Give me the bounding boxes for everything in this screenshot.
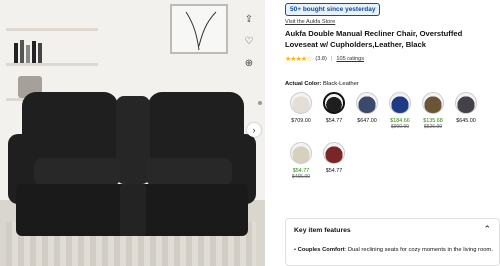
- color-swatch-option[interactable]: $135.68 $526.00: [417, 92, 449, 130]
- wall-art-frame: [170, 4, 228, 54]
- store-link[interactable]: Visit the Aukfa Store: [285, 19, 335, 25]
- swatch-price: $647.00: [357, 118, 377, 124]
- bought-badge: 50+ bought since yesterday: [285, 3, 381, 16]
- carousel-dot[interactable]: [258, 101, 262, 105]
- key-features-panel: Key item features ⌃ • Couples Comfort: D…: [285, 218, 500, 266]
- chevron-up-icon[interactable]: ⌃: [483, 224, 491, 235]
- share-icon[interactable]: ⇪: [243, 14, 255, 26]
- swatch-thumbnail: [290, 92, 312, 114]
- swatch-thumbnail: [389, 92, 411, 114]
- color-swatch-option[interactable]: $645.00: [450, 92, 482, 124]
- key-feature-text: : Dual reclining seats for cozy moments …: [344, 247, 493, 253]
- swatch-price: $54.77: [325, 118, 343, 124]
- product-title: Aukfa Double Manual Recliner Chair, Over…: [285, 29, 463, 49]
- color-swatch-option[interactable]: $54.77 $465.00: [285, 142, 317, 180]
- rating-row: ★★★★☆ (3.8) | 105 ratings: [285, 55, 364, 63]
- actual-color-value: Black-Leather: [323, 81, 359, 87]
- product-image-gallery[interactable]: ›: [0, 0, 265, 266]
- star-rating-icon: ★★★★☆: [285, 56, 312, 63]
- heart-icon[interactable]: ♡: [243, 36, 255, 48]
- zoom-in-icon[interactable]: ⊕: [243, 58, 255, 70]
- chevron-right-icon: ›: [252, 125, 256, 135]
- swatch-thumbnail: [323, 92, 345, 114]
- swatch-price: $709.00: [291, 118, 311, 124]
- color-swatch-option[interactable]: $647.00: [351, 92, 383, 124]
- swatch-old-price: $526.00: [423, 124, 443, 130]
- swatch-old-price: $465.00: [291, 174, 311, 180]
- swatch-thumbnail: [290, 142, 312, 164]
- swatch-thumbnail: [323, 142, 345, 164]
- swatch-thumbnail: [422, 92, 444, 114]
- key-features-title: Key item features: [294, 227, 351, 234]
- separator: |: [330, 56, 333, 62]
- swatch-old-price: $900.00: [390, 124, 410, 130]
- next-image-button[interactable]: ›: [247, 123, 261, 137]
- actual-color-label: Actual Color:: [285, 81, 322, 87]
- image-action-icons: ⇪ ♡ ⊕: [243, 14, 259, 80]
- rating-value: (3.8): [315, 56, 327, 62]
- swatch-price: $645.00: [456, 118, 476, 124]
- recliner-sofa-image: [8, 92, 256, 244]
- color-swatch-option[interactable]: $54.77: [318, 92, 350, 124]
- swatch-thumbnail: [356, 92, 378, 114]
- key-feature-bold: Couples Comfort: [297, 247, 345, 253]
- key-feature-item: • Couples Comfort: Dual reclining seats …: [294, 247, 493, 253]
- ratings-link[interactable]: 105 ratings: [336, 56, 364, 62]
- actual-color: Actual Color: Black-Leather: [285, 81, 359, 87]
- color-swatch-option[interactable]: $709.00: [285, 92, 317, 124]
- color-swatch-option[interactable]: $54.77: [318, 142, 350, 174]
- swatch-thumbnail: [455, 92, 477, 114]
- color-swatch-option[interactable]: $184.66 $900.00: [384, 92, 416, 130]
- product-details: 50+ bought since yesterday Visit the Auk…: [285, 0, 500, 266]
- swatch-price: $54.77: [325, 168, 343, 174]
